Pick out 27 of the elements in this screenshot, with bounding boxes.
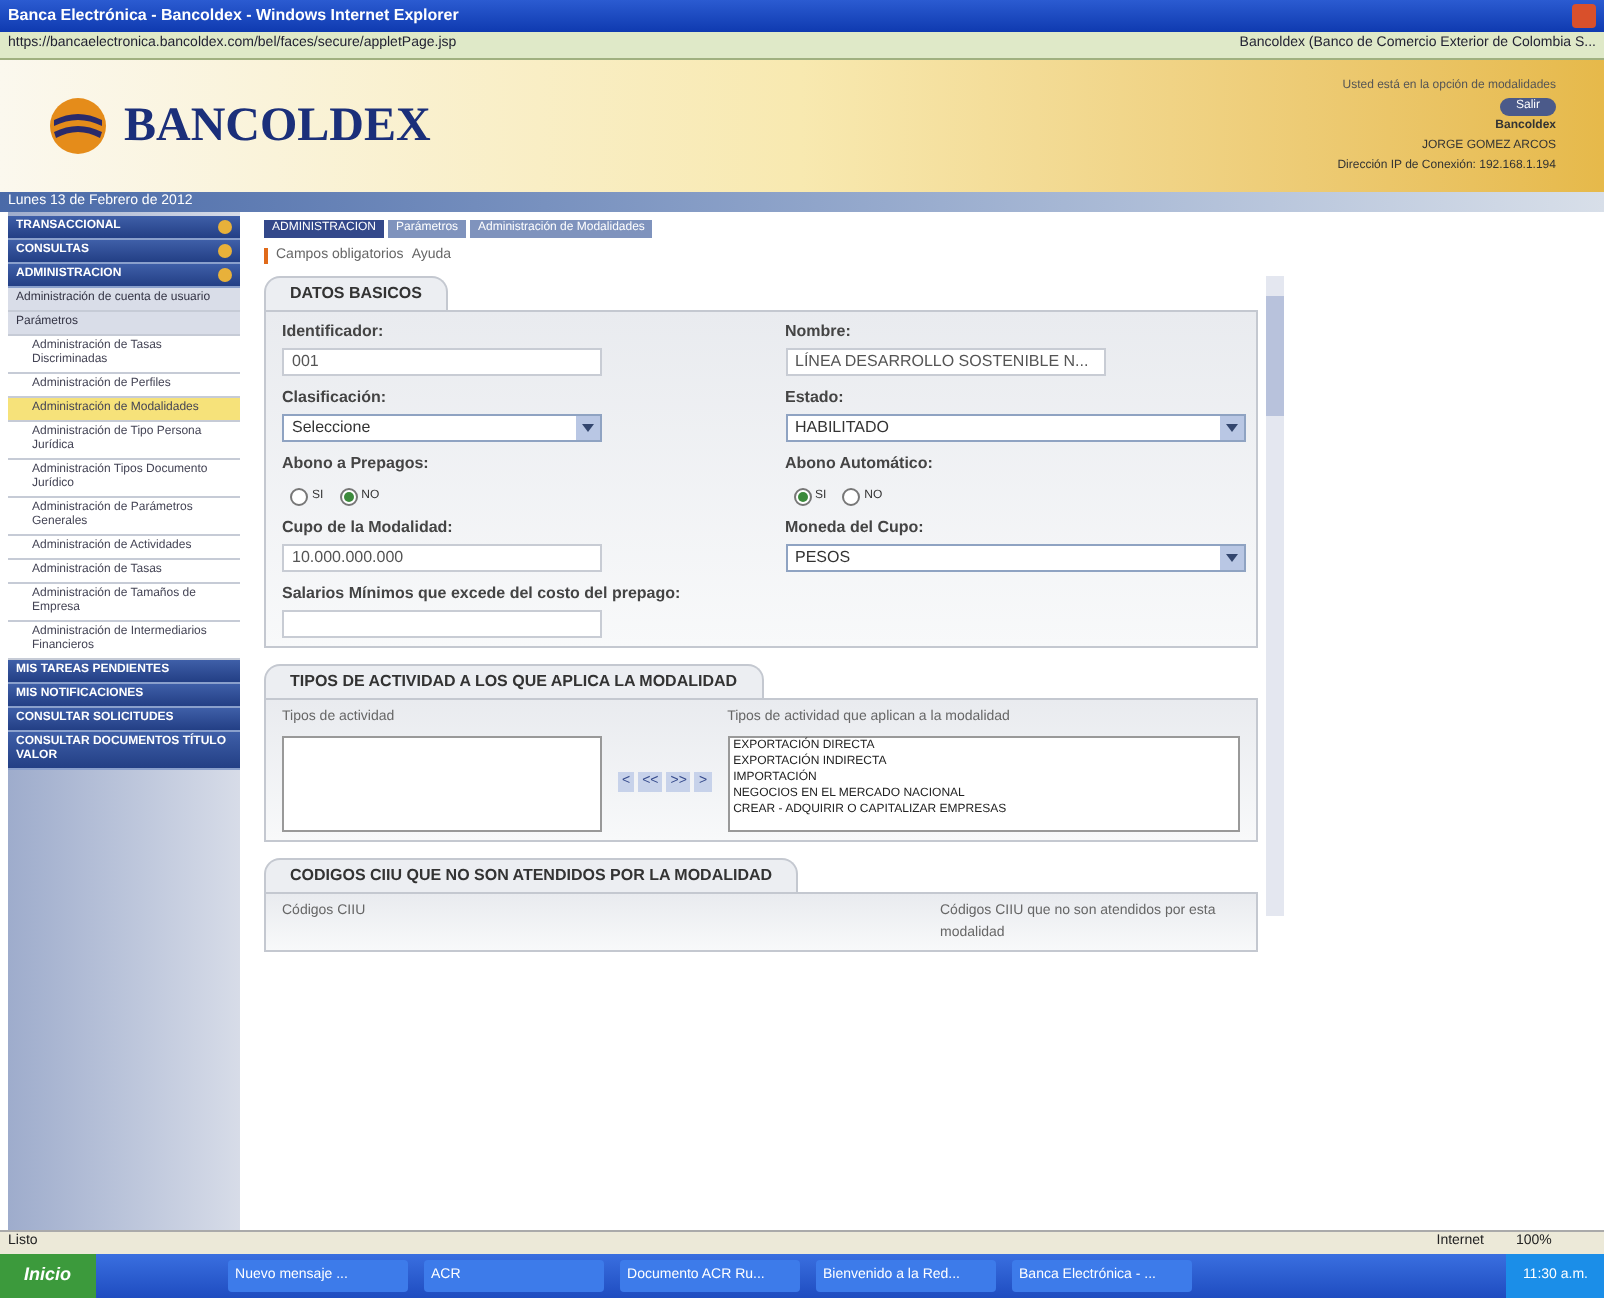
field-label: Identificador:: [282, 319, 386, 343]
text-field[interactable]: 001: [282, 347, 602, 375]
dropdown[interactable]: HABILITADO: [785, 413, 1245, 441]
field-label: Estado:: [785, 385, 846, 409]
start-button[interactable]: Inicio: [0, 1254, 96, 1298]
available-list[interactable]: [282, 736, 602, 832]
dropdown[interactable]: PESOS: [785, 543, 1245, 571]
text-field[interactable]: 10.000.000.000: [282, 543, 602, 571]
field-label: Clasificación:: [282, 385, 389, 409]
required-marker-icon: [264, 248, 268, 265]
field-label: Moneda del Cupo:: [785, 515, 926, 539]
field-label: Abono a Prepagos:: [282, 451, 431, 475]
field-label: Cupo de la Modalidad:: [282, 515, 455, 539]
radio-button[interactable]: [793, 487, 811, 505]
radio-button[interactable]: [290, 487, 308, 505]
field-label: Nombre:: [785, 319, 853, 343]
radio-button[interactable]: [842, 487, 861, 505]
logo-icon: [48, 96, 108, 156]
window-title: Banca Electrónica - Bancoldex - Windows Internet Explorer: [8, 4, 461, 28]
field-label: Abono Automático:: [785, 451, 935, 475]
text-field[interactable]: LÍNEA DESARROLLO SOSTENIBLE N...: [785, 347, 1105, 375]
scrollbar[interactable]: [1266, 275, 1284, 915]
radio-button[interactable]: [339, 487, 358, 505]
text-field[interactable]: [282, 609, 602, 637]
logo-text: BANCOLDEX: [124, 98, 431, 156]
dropdown[interactable]: Seleccione: [282, 413, 602, 441]
field-label: Salarios Mínimos que excede del costo del prepago:: [282, 581, 683, 605]
